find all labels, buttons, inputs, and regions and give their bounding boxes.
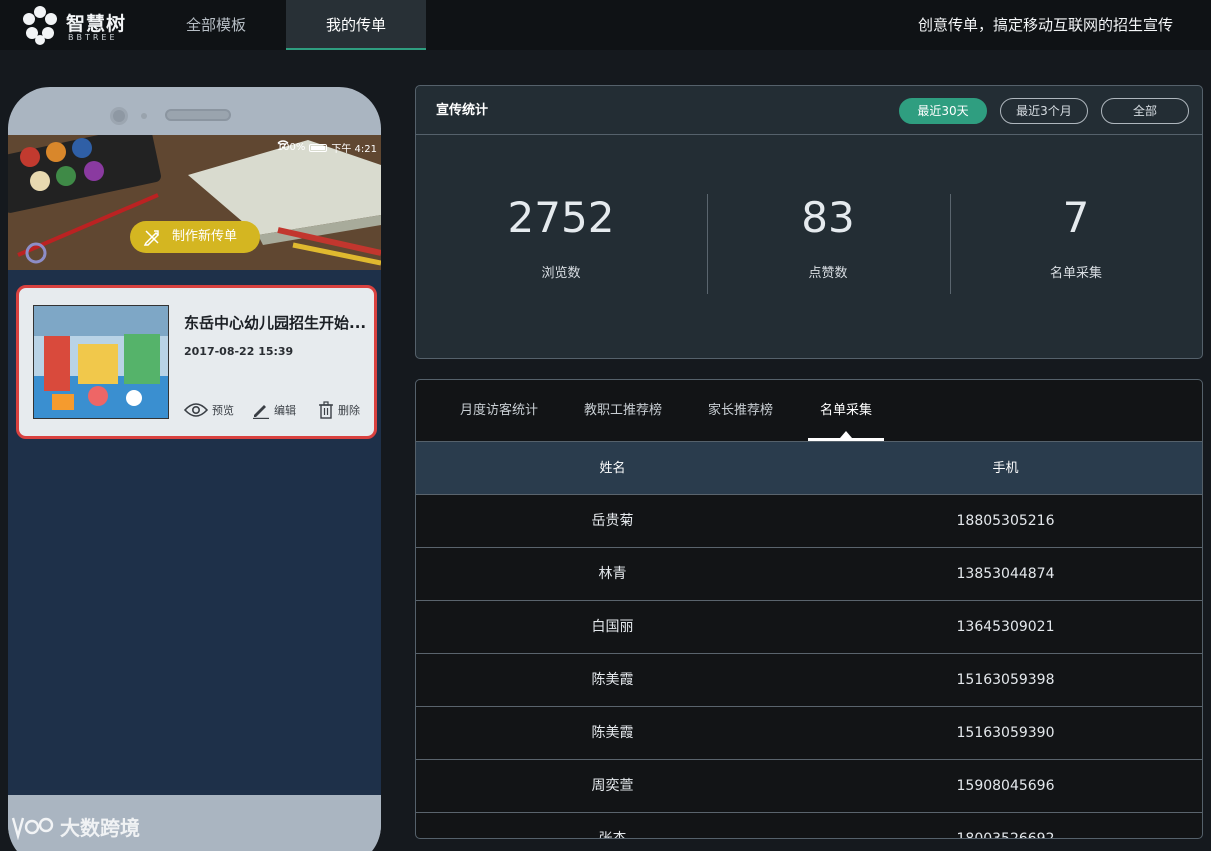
top-bar: 智慧树 BBTREE 全部模板 我的传单 创意传单，搞定移动互联网的招生宣传 [0, 0, 1211, 50]
column-header-phone: 手机 [992, 461, 1019, 476]
cell-name: 陈美霞 [591, 672, 634, 688]
pencil-icon [253, 405, 269, 419]
table-row: 林青 13853044874 [416, 547, 1202, 600]
column-header-name: 姓名 [599, 461, 626, 476]
tab-staff-ranking[interactable]: 教职工推荐榜 [584, 380, 662, 441]
cell-phone: 15163059398 [956, 672, 1055, 688]
table-row: 周奕萱 15908045696 [416, 759, 1202, 812]
cell-name: 林青 [598, 566, 627, 582]
delete-button[interactable]: 删除 [318, 400, 360, 420]
active-tab-caret [840, 431, 852, 438]
stat-views: 2752 浏览数 [496, 193, 626, 282]
phone-screen: 100% 下午 4:21 制作新传单 东岳中心幼儿园招生开始... 2017-0… [8, 135, 381, 795]
cell-phone: 18805305216 [956, 513, 1055, 529]
wifi-icon [277, 140, 289, 149]
edit-button[interactable]: 编辑 [252, 400, 296, 420]
watermark-logo-icon [11, 817, 54, 840]
status-bar: 100% 下午 4:21 [277, 140, 377, 155]
tree-logo-icon [23, 6, 57, 45]
trash-icon [319, 401, 333, 419]
eye-icon [184, 403, 208, 417]
stat-likes: 83 点赞数 [763, 193, 893, 282]
brand-logo[interactable]: 智慧树 BBTREE [20, 4, 130, 46]
table-header: 姓名 手机 [416, 441, 1202, 494]
cell-name: 周奕萱 [591, 778, 634, 794]
pencil-ruler-icon [143, 230, 160, 246]
make-new-flyer-label: 制作新传单 [172, 229, 238, 244]
table-row: 白国丽 13645309021 [416, 600, 1202, 653]
delete-label: 删除 [338, 404, 360, 417]
phone-sensor [141, 113, 147, 119]
stat-divider [707, 194, 708, 294]
hero-banner: 100% 下午 4:21 制作新传单 [8, 135, 381, 270]
preview-button[interactable]: 预览 [184, 400, 234, 420]
nav-tab-all-templates[interactable]: 全部模板 [154, 0, 278, 50]
stat-views-label: 浏览数 [541, 266, 581, 281]
filter-all[interactable]: 全部 [1101, 98, 1189, 124]
flyer-title[interactable]: 东岳中心幼儿园招生开始... [184, 312, 374, 333]
table-body: 岳贵菊 18805305216 林青 13853044874 白国丽 13645… [416, 494, 1202, 839]
stat-leads-value: 7 [1062, 193, 1090, 242]
watermark: 大数跨境 [10, 812, 140, 841]
flyer-date: 2017-08-22 15:39 [184, 345, 294, 358]
cell-phone: 13645309021 [956, 619, 1055, 635]
cell-phone: 15163059390 [956, 725, 1055, 741]
flyer-thumbnail[interactable] [33, 305, 169, 419]
cell-phone: 15908045696 [956, 778, 1055, 794]
playground-image [34, 306, 168, 418]
detail-tabs: 月度访客统计 教职工推荐榜 家长推荐榜 名单采集 [416, 380, 1202, 441]
nav-tab-my-flyers[interactable]: 我的传单 [286, 0, 426, 50]
tab-monthly-visitors[interactable]: 月度访客统计 [460, 380, 538, 441]
cell-phone: 18003526692 [956, 831, 1055, 839]
status-time: 下午 4:21 [331, 144, 377, 155]
make-new-flyer-button[interactable]: 制作新传单 [130, 221, 260, 253]
stats-title: 宣传统计 [436, 103, 489, 118]
filter-last-3-months[interactable]: 最近3个月 [1000, 98, 1088, 124]
stat-leads-label: 名单采集 [1049, 266, 1102, 281]
brand-name: 智慧树 [66, 13, 127, 35]
phone-camera [110, 107, 128, 125]
stat-divider [950, 194, 951, 294]
stat-leads: 7 名单采集 [1011, 193, 1141, 282]
cell-name: 陈美霞 [591, 725, 634, 741]
tab-parent-ranking[interactable]: 家长推荐榜 [708, 380, 773, 441]
battery-icon [309, 143, 328, 152]
stats-header: 宣传统计 最近30天 最近3个月 全部 [416, 86, 1202, 135]
watermark-text: 大数跨境 [60, 816, 140, 840]
cell-name: 岳贵菊 [591, 513, 634, 529]
table-row: 陈美霞 15163059390 [416, 706, 1202, 759]
preview-label: 预览 [212, 404, 234, 417]
cell-name: 白国丽 [591, 619, 634, 635]
header-slogan: 创意传单，搞定移动互联网的招生宣传 [917, 16, 1173, 34]
stat-likes-label: 点赞数 [808, 266, 848, 281]
promotion-stats-panel: 宣传统计 最近30天 最近3个月 全部 2752 浏览数 83 点赞数 7 名单… [415, 85, 1203, 359]
detail-panel: 月度访客统计 教职工推荐榜 家长推荐榜 名单采集 姓名 手机 岳贵菊 18805… [415, 379, 1203, 839]
table-row: 岳贵菊 18805305216 [416, 494, 1202, 547]
table-row: 张杰 18003526692 [416, 812, 1202, 839]
flyer-card[interactable]: 东岳中心幼儿园招生开始... 2017-08-22 15:39 预览 编辑 删除 [16, 285, 377, 439]
brand-subtitle: BBTREE [68, 33, 118, 42]
edit-label: 编辑 [274, 404, 296, 417]
filter-last-30-days[interactable]: 最近30天 [899, 98, 987, 124]
cell-name: 张杰 [598, 831, 627, 839]
table-row: 陈美霞 15163059398 [416, 653, 1202, 706]
stat-views-value: 2752 [507, 193, 615, 242]
cell-phone: 13853044874 [956, 566, 1055, 582]
stat-likes-value: 83 [801, 193, 855, 242]
phone-mockup: 100% 下午 4:21 制作新传单 东岳中心幼儿园招生开始... 2017-0… [8, 87, 381, 851]
phone-speaker [165, 109, 231, 121]
